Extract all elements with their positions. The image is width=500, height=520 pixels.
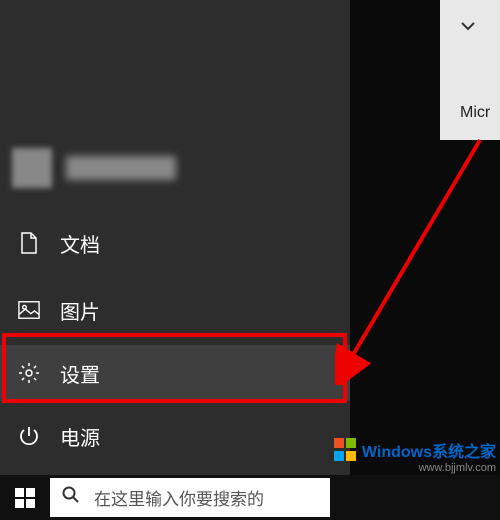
power-icon: [18, 425, 40, 447]
user-name-blurred: [66, 156, 176, 180]
gear-icon: [18, 362, 40, 384]
watermark-url: www.bjjmlv.com: [419, 462, 496, 474]
chevron-down-icon: [460, 18, 476, 36]
search-icon: [62, 486, 80, 509]
menu-item-documents[interactable]: 文档: [0, 215, 350, 271]
menu-item-pictures[interactable]: 图片: [0, 282, 350, 338]
desktop-area: Micr: [350, 0, 500, 475]
start-menu-panel: 文档 图片 设置 电源: [0, 0, 350, 475]
start-button[interactable]: [0, 475, 50, 520]
windows-color-logo-icon: [334, 438, 358, 462]
taskbar-search[interactable]: 在这里输入你要搜索的: [50, 478, 330, 517]
menu-label: 电源: [60, 422, 100, 451]
tile-label-partial: Micr: [460, 104, 490, 122]
menu-item-settings[interactable]: 设置: [0, 345, 350, 401]
search-placeholder: 在这里输入你要搜索的: [94, 485, 264, 510]
user-section[interactable]: [12, 148, 176, 188]
menu-label: 图片: [60, 296, 100, 325]
document-icon: [18, 232, 40, 254]
watermark-title: Windows系统之家: [362, 438, 496, 462]
watermark: Windows系统之家 www.bjjmlv.com: [334, 438, 496, 474]
windows-logo-icon: [15, 488, 35, 508]
menu-label: 文档: [60, 229, 100, 258]
app-tile[interactable]: Micr: [440, 0, 500, 140]
picture-icon: [18, 299, 40, 321]
user-avatar: [12, 148, 52, 188]
menu-item-power[interactable]: 电源: [0, 408, 350, 464]
menu-label: 设置: [60, 359, 100, 388]
taskbar: 在这里输入你要搜索的: [0, 475, 500, 520]
